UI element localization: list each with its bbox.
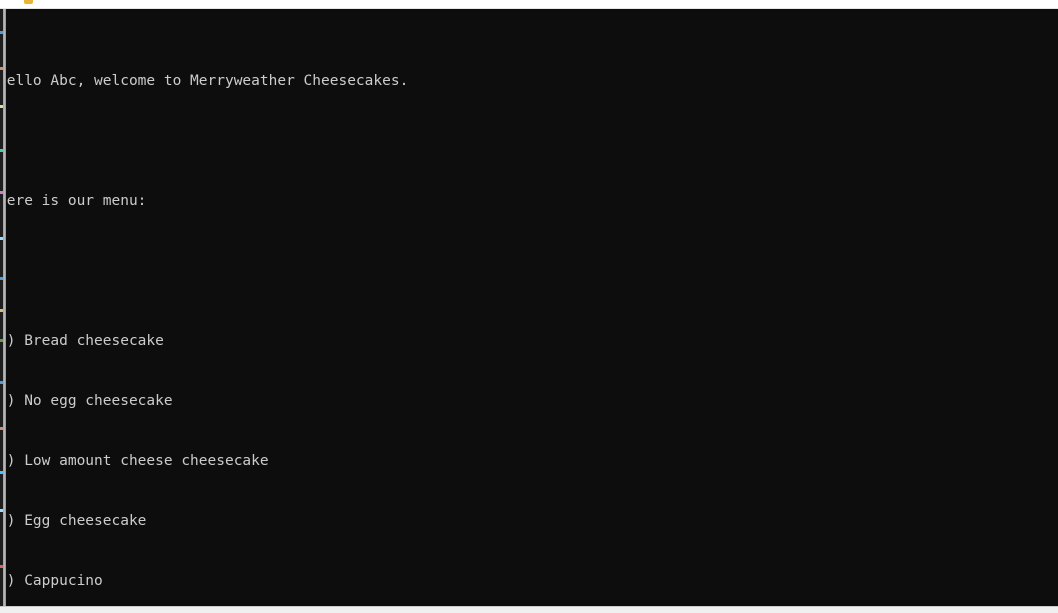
editor-status-bar[interactable]: [0, 606, 1058, 613]
editor-title-bar[interactable]: [0, 0, 1058, 9]
terminal-output: Hello Abc, welcome to Merryweather Chees…: [6, 11, 1058, 606]
screen-root: Hello Abc, welcome to Merryweather Chees…: [0, 0, 1058, 613]
terminal-window[interactable]: Hello Abc, welcome to Merryweather Chees…: [6, 9, 1058, 606]
terminal-line-menu-item-c: c) Low amount cheese cheesecake: [6, 453, 269, 469]
terminal-line-menu-item-a: a) Bread cheesecake: [6, 333, 164, 349]
terminal-line-greeting: Hello Abc, welcome to Merryweather Chees…: [6, 73, 409, 89]
terminal-line-menu-item-b: b) No egg cheesecake: [6, 393, 173, 409]
terminal-line-menu-item-e: e) Cappucino: [6, 573, 103, 589]
terminal-line-menu-header: Here is our menu:: [6, 193, 147, 209]
editor-tab-file-icon: [24, 0, 33, 4]
terminal-line-menu-item-d: d) Egg cheesecake: [6, 513, 147, 529]
